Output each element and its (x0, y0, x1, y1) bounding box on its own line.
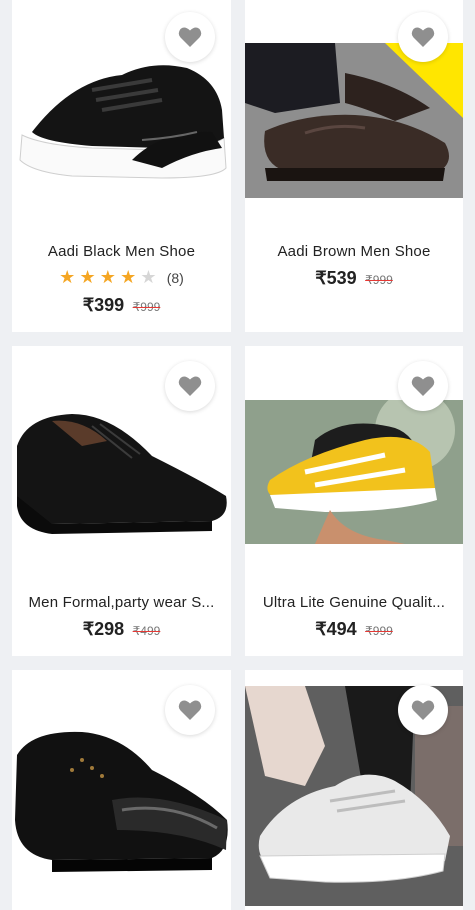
yellow-sneaker-image (245, 400, 463, 544)
patent-formal-shoe-image (15, 731, 228, 872)
heart-icon (411, 27, 435, 47)
wishlist-button[interactable] (165, 361, 215, 411)
star-icon: ★ (120, 267, 137, 287)
product-card[interactable] (245, 670, 463, 910)
product-title: Aadi Black Men Shoe (47, 243, 196, 260)
product-price: ₹494 ₹999 (245, 619, 463, 640)
product-image[interactable] (12, 386, 231, 546)
selling-price: ₹539 (315, 268, 357, 288)
product-price: ₹399 ₹999 (12, 295, 231, 316)
rating-count: (8) (166, 270, 184, 286)
heart-icon (178, 700, 202, 720)
product-card[interactable]: Aadi Brown Men Shoe ₹539 ₹999 (245, 0, 463, 332)
product-card[interactable] (12, 670, 231, 910)
star-icon: ★ (79, 267, 96, 287)
mrp-price: ₹999 (132, 300, 161, 314)
selling-price: ₹494 (315, 619, 357, 639)
star-icon: ★ (99, 267, 116, 287)
mrp-price: ₹499 (132, 624, 161, 638)
selling-price: ₹399 (82, 295, 125, 315)
heart-icon (178, 27, 202, 47)
product-card[interactable]: Men Formal,party wear S... ₹298 ₹499 (12, 346, 231, 656)
product-image[interactable] (12, 710, 231, 900)
product-price: ₹539 ₹999 (245, 268, 463, 289)
product-rating: ★ ★ ★ ★ ★ (8) (12, 267, 231, 288)
brown-formal-shoe-image (245, 43, 463, 198)
product-title: Ultra Lite Genuine Qualit... (262, 594, 446, 611)
product-title: Aadi Brown Men Shoe (277, 243, 431, 260)
heart-icon (411, 376, 435, 396)
mrp-price: ₹999 (365, 273, 393, 287)
wishlist-button[interactable] (398, 685, 448, 735)
product-card[interactable]: Ultra Lite Genuine Qualit... ₹494 ₹999 (245, 346, 463, 656)
product-price: ₹298 ₹499 (12, 619, 231, 640)
star-icon: ★ (59, 267, 76, 287)
wishlist-button[interactable] (398, 12, 448, 62)
heart-icon (178, 376, 202, 396)
star-empty-icon: ★ (140, 267, 157, 287)
product-title: Men Formal,party wear S... (28, 594, 215, 611)
heart-icon (411, 700, 435, 720)
product-card[interactable]: Aadi Black Men Shoe ★ ★ ★ ★ ★ (8) ₹399 ₹… (12, 0, 231, 332)
product-image[interactable] (245, 400, 463, 544)
product-image[interactable] (245, 43, 463, 198)
black-formal-shoe-image (17, 414, 227, 534)
wishlist-button[interactable] (165, 685, 215, 735)
selling-price: ₹298 (82, 619, 125, 639)
wishlist-button[interactable] (398, 361, 448, 411)
mrp-price: ₹999 (365, 624, 393, 638)
wishlist-button[interactable] (165, 12, 215, 62)
